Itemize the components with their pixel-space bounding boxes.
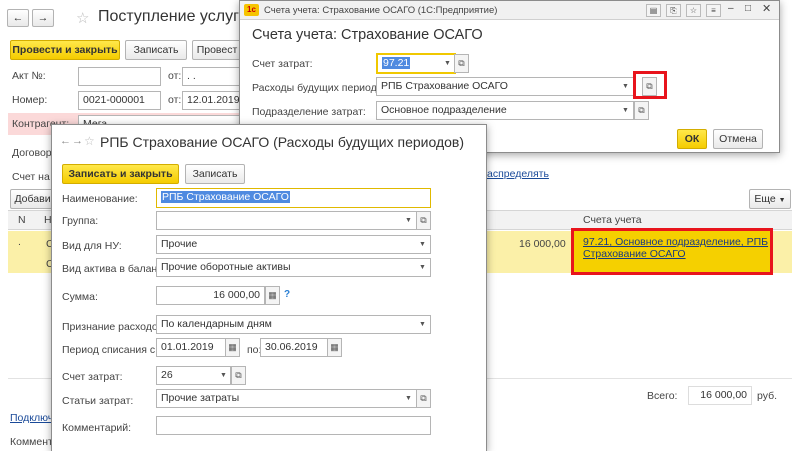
department-open-icon[interactable]: ⧉ (634, 101, 649, 120)
recognition-label: Признание расходов: (62, 321, 167, 333)
act-date-label: от: (168, 70, 182, 82)
favorite-star-icon[interactable]: ☆ (76, 9, 89, 27)
sum-field[interactable]: 16 000,00 (156, 286, 265, 305)
row-marker: . (18, 236, 21, 248)
rbp-forward-button[interactable]: → (72, 135, 83, 147)
act-number-field[interactable] (78, 67, 161, 86)
rbp-comment-label: Комментарий: (62, 422, 132, 434)
cost-account-dropdown-icon[interactable]: ▼ (441, 55, 454, 72)
cost-items-field[interactable]: Прочие затраты (156, 389, 417, 408)
name-value: РПБ Страхование ОСАГО (161, 191, 290, 203)
cost-account-value: 97.21 (382, 57, 411, 69)
asset-type-field[interactable]: Прочие оборотные активы (156, 258, 431, 277)
tax-type-field[interactable]: Прочие (156, 235, 431, 254)
cost-items-open-icon[interactable]: ⧉ (416, 389, 431, 408)
rbp-back-button[interactable]: ← (60, 135, 71, 147)
link-icon[interactable]: ⎘ (666, 4, 681, 17)
deferred-label: Расходы будущих периодов: (252, 82, 392, 94)
name-label: Наименование: (62, 193, 138, 205)
chevron-down-icon: ▼ (778, 197, 786, 204)
calculator-icon[interactable]: ▦ (265, 286, 280, 305)
help-icon[interactable]: ? (284, 289, 290, 300)
total-field: 16 000,00 (688, 386, 752, 405)
deferred-field[interactable]: РПБ Страхование ОСАГО (376, 77, 634, 96)
deferred-open-icon[interactable]: ⧉ (642, 77, 657, 96)
star-icon[interactable]: ☆ (686, 4, 701, 17)
more-button[interactable]: Еще ▼ (749, 189, 791, 209)
deferred-dropdown-icon[interactable]: ▼ (619, 78, 632, 95)
col-header-n[interactable]: N (18, 214, 26, 226)
period-to-field[interactable]: 30.06.2019 (260, 338, 328, 357)
period-to-calendar-icon[interactable]: ▦ (327, 338, 342, 357)
rbp-comment-field[interactable] (156, 416, 431, 435)
rbp-window: РПБ Страхование ОСАГО (Расходы будущих п… (51, 124, 487, 451)
department-field[interactable]: Основное подразделение (376, 101, 634, 120)
asset-type-label: Вид актива в балансе: (62, 263, 172, 275)
post-button[interactable]: Провест (192, 40, 242, 60)
cost-account-label: Счет затрат: (252, 58, 313, 70)
save-button[interactable]: Записать (125, 40, 187, 60)
rbp-cost-account-label: Счет затрат: (62, 371, 123, 383)
accounts-dialog-app-title: Счета учета: Страхование ОСАГО (1С:Предп… (264, 5, 498, 16)
row-amount: 16 000,00 (519, 238, 566, 250)
asset-type-dropdown-icon[interactable]: ▼ (416, 259, 429, 276)
rbp-cost-account-open-icon[interactable]: ⧉ (231, 366, 246, 385)
rbp-window-title: РПБ Страхование ОСАГО (Расходы будущих п… (100, 134, 465, 150)
group-dropdown-icon[interactable]: ▼ (402, 212, 415, 229)
currency-label: руб. (757, 390, 778, 402)
recognition-dropdown-icon[interactable]: ▼ (416, 316, 429, 333)
recognition-field[interactable]: По календарным дням (156, 315, 431, 334)
distribute-link[interactable]: аспределять (487, 168, 549, 180)
cancel-button[interactable]: Отмена (713, 129, 763, 149)
period-from-field[interactable]: 01.01.2019 (156, 338, 226, 357)
date-field[interactable]: 12.01.2019 22 (182, 91, 240, 110)
number-label: Номер: (12, 94, 48, 106)
sum-label: Сумма: (62, 291, 98, 303)
minimize-icon[interactable]: – (728, 3, 734, 14)
group-label: Группа: (62, 215, 99, 227)
group-field[interactable] (156, 211, 417, 230)
onec-logo-icon: 1с (244, 4, 259, 16)
department-label: Подразделение затрат: (252, 106, 366, 118)
accounts-link[interactable]: 97.21, Основное подразделение, РПБ Страх… (583, 236, 769, 260)
close-icon[interactable]: ✕ (762, 2, 771, 15)
connect-link[interactable]: Подключ (10, 412, 53, 424)
tax-type-dropdown-icon[interactable]: ▼ (416, 236, 429, 253)
menu-icon[interactable]: ≡ (706, 4, 721, 17)
rbp-cost-account-dropdown-icon[interactable]: ▼ (217, 367, 230, 384)
accounts-form-title: Счета учета: Страхование ОСАГО (252, 27, 483, 43)
contract-label: Договор: (12, 147, 55, 159)
ok-button[interactable]: ОК (677, 129, 707, 149)
period-label: Период списания с: (62, 344, 159, 356)
name-field[interactable]: РПБ Страхование ОСАГО (156, 188, 431, 208)
more-label: Еще (754, 193, 776, 205)
cost-items-dropdown-icon[interactable]: ▼ (402, 390, 415, 407)
total-label: Всего: (647, 390, 678, 402)
rbp-star-icon[interactable]: ☆ (84, 134, 95, 148)
date-label: от: (168, 94, 182, 106)
department-dropdown-icon[interactable]: ▼ (619, 102, 632, 119)
act-date-field[interactable]: . . (182, 67, 240, 86)
act-number-label: Акт №: (12, 70, 46, 82)
cost-items-label: Статьи затрат: (62, 395, 134, 407)
maximize-icon[interactable]: □ (745, 3, 751, 14)
cost-account-open-icon[interactable]: ⧉ (454, 54, 469, 73)
rbp-save-button[interactable]: Записать (185, 164, 245, 184)
rbp-save-close-button[interactable]: Записать и закрыть (62, 164, 179, 184)
post-and-close-button[interactable]: Провести и закрыть (10, 40, 120, 60)
number-field[interactable]: 0021-000001 (78, 91, 161, 110)
add-button[interactable]: Добави (10, 189, 55, 209)
nav-forward-button[interactable]: → (32, 9, 54, 27)
period-from-calendar-icon[interactable]: ▦ (225, 338, 240, 357)
col-header-accounts[interactable]: Счета учета (583, 214, 642, 226)
nav-back-button[interactable]: ← (7, 9, 29, 27)
group-open-icon[interactable]: ⧉ (416, 211, 431, 230)
tax-type-label: Вид для НУ: (62, 240, 122, 252)
doc-icon[interactable]: ▤ (646, 4, 661, 17)
